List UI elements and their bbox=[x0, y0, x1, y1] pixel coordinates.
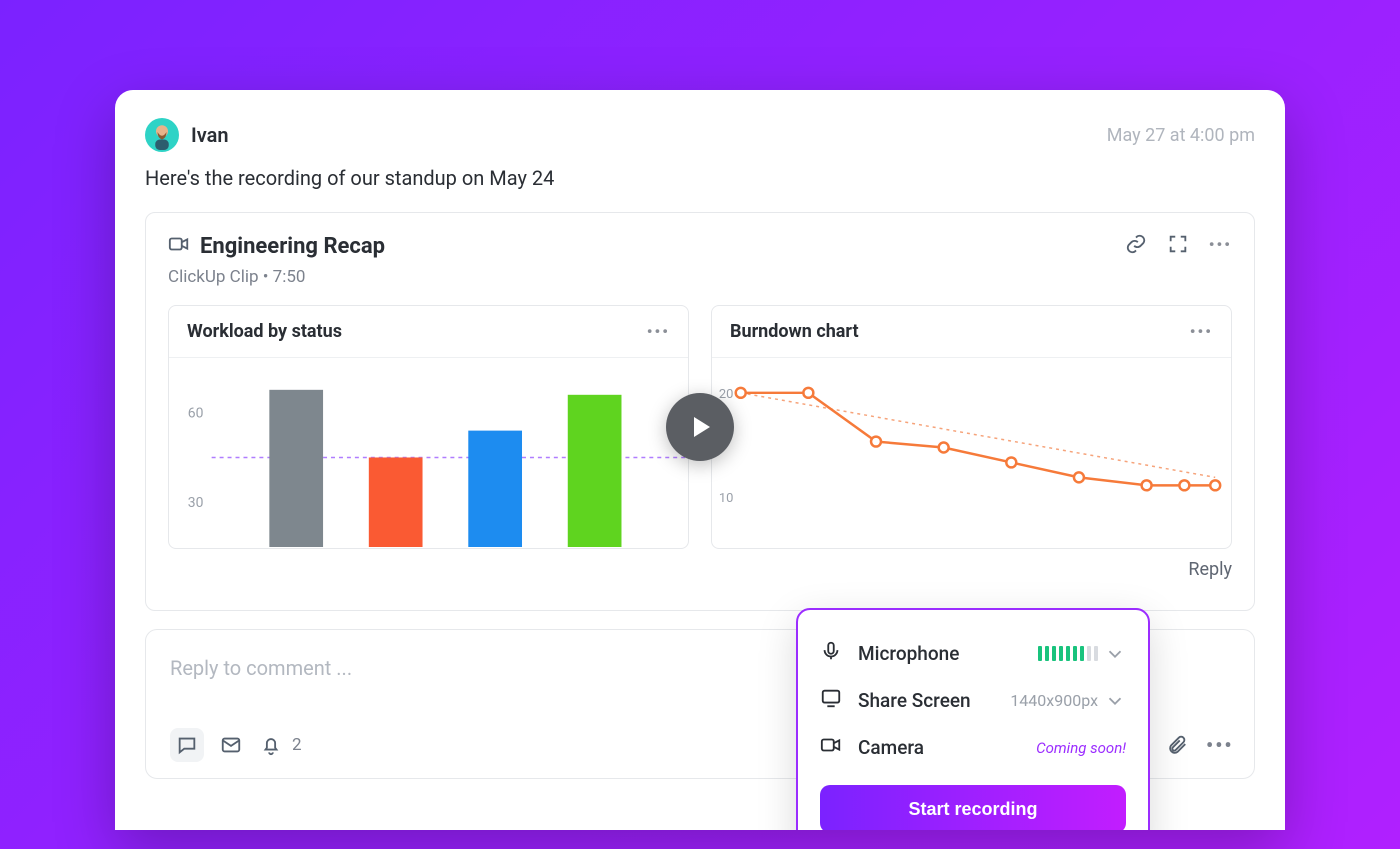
svg-text:10: 10 bbox=[719, 491, 734, 506]
clip-preview: Workload by status ••• 60 30 bbox=[168, 305, 1232, 549]
clip-title: Engineering Recap bbox=[200, 234, 385, 259]
line-chart: 20 10 bbox=[712, 358, 1231, 547]
comment-icon[interactable] bbox=[170, 728, 204, 762]
screen-row[interactable]: Share Screen 1440x900px bbox=[820, 677, 1126, 724]
avatar bbox=[145, 118, 179, 152]
camera-row: Camera Coming soon! bbox=[820, 724, 1126, 771]
screen-resolution: 1440x900px bbox=[1010, 691, 1098, 710]
mic-row[interactable]: Microphone bbox=[820, 630, 1126, 677]
reply-button[interactable]: Reply bbox=[1188, 559, 1232, 580]
comment-body: Here's the recording of our standup on M… bbox=[145, 166, 1255, 190]
more-icon[interactable]: ••• bbox=[1209, 235, 1232, 254]
camera-icon bbox=[820, 734, 844, 761]
clip-meta: ClickUp Clip • 7:50 bbox=[168, 267, 385, 287]
svg-text:60: 60 bbox=[188, 406, 204, 422]
clip-icon bbox=[168, 233, 190, 259]
clip-header: Engineering Recap ClickUp Clip • 7:50 ••… bbox=[168, 233, 1232, 287]
notification-count: 2 bbox=[292, 735, 302, 755]
clip-card: Engineering Recap ClickUp Clip • 7:50 ••… bbox=[145, 212, 1255, 611]
chart-more-icon[interactable]: ••• bbox=[1190, 322, 1213, 341]
reply-link-row: Reply bbox=[168, 559, 1232, 580]
camera-label: Camera bbox=[858, 736, 1022, 759]
clip-actions: ••• bbox=[1125, 233, 1232, 255]
attachment-icon[interactable] bbox=[1166, 733, 1190, 757]
chevron-down-icon[interactable] bbox=[1104, 690, 1126, 712]
mic-label: Microphone bbox=[858, 642, 1024, 665]
bar-chart: 60 30 bbox=[169, 358, 688, 547]
play-button[interactable] bbox=[666, 393, 734, 461]
recording-popover: Microphone Share Screen 1440x900px Camer… bbox=[796, 608, 1150, 830]
link-icon[interactable] bbox=[1125, 233, 1147, 255]
author-block: Ivan bbox=[145, 118, 229, 152]
app-window: Ivan May 27 at 4:00 pm Here's the record… bbox=[115, 90, 1285, 830]
chart-title: Burndown chart bbox=[730, 321, 859, 342]
expand-icon[interactable] bbox=[1167, 233, 1189, 255]
chart-title: Workload by status bbox=[187, 321, 342, 342]
burndown-chart-card: Burndown chart ••• 20 10 bbox=[711, 305, 1232, 549]
start-recording-button[interactable]: Start recording bbox=[820, 785, 1126, 830]
more-icon[interactable]: ••• bbox=[1206, 733, 1230, 757]
mic-level bbox=[1038, 643, 1126, 665]
chevron-down-icon[interactable] bbox=[1104, 643, 1126, 665]
svg-text:30: 30 bbox=[188, 495, 204, 511]
author-name: Ivan bbox=[191, 123, 229, 147]
screen-icon bbox=[820, 687, 844, 714]
mail-icon[interactable] bbox=[220, 733, 244, 757]
microphone-icon bbox=[820, 640, 844, 667]
camera-note: Coming soon! bbox=[1036, 739, 1126, 757]
comment-timestamp: May 27 at 4:00 pm bbox=[1107, 125, 1255, 146]
screen-label: Share Screen bbox=[858, 689, 996, 712]
bell-icon[interactable] bbox=[260, 733, 284, 757]
workload-chart-card: Workload by status ••• 60 30 bbox=[168, 305, 689, 549]
chart-more-icon[interactable]: ••• bbox=[647, 322, 670, 341]
comment-header: Ivan May 27 at 4:00 pm bbox=[145, 118, 1255, 152]
